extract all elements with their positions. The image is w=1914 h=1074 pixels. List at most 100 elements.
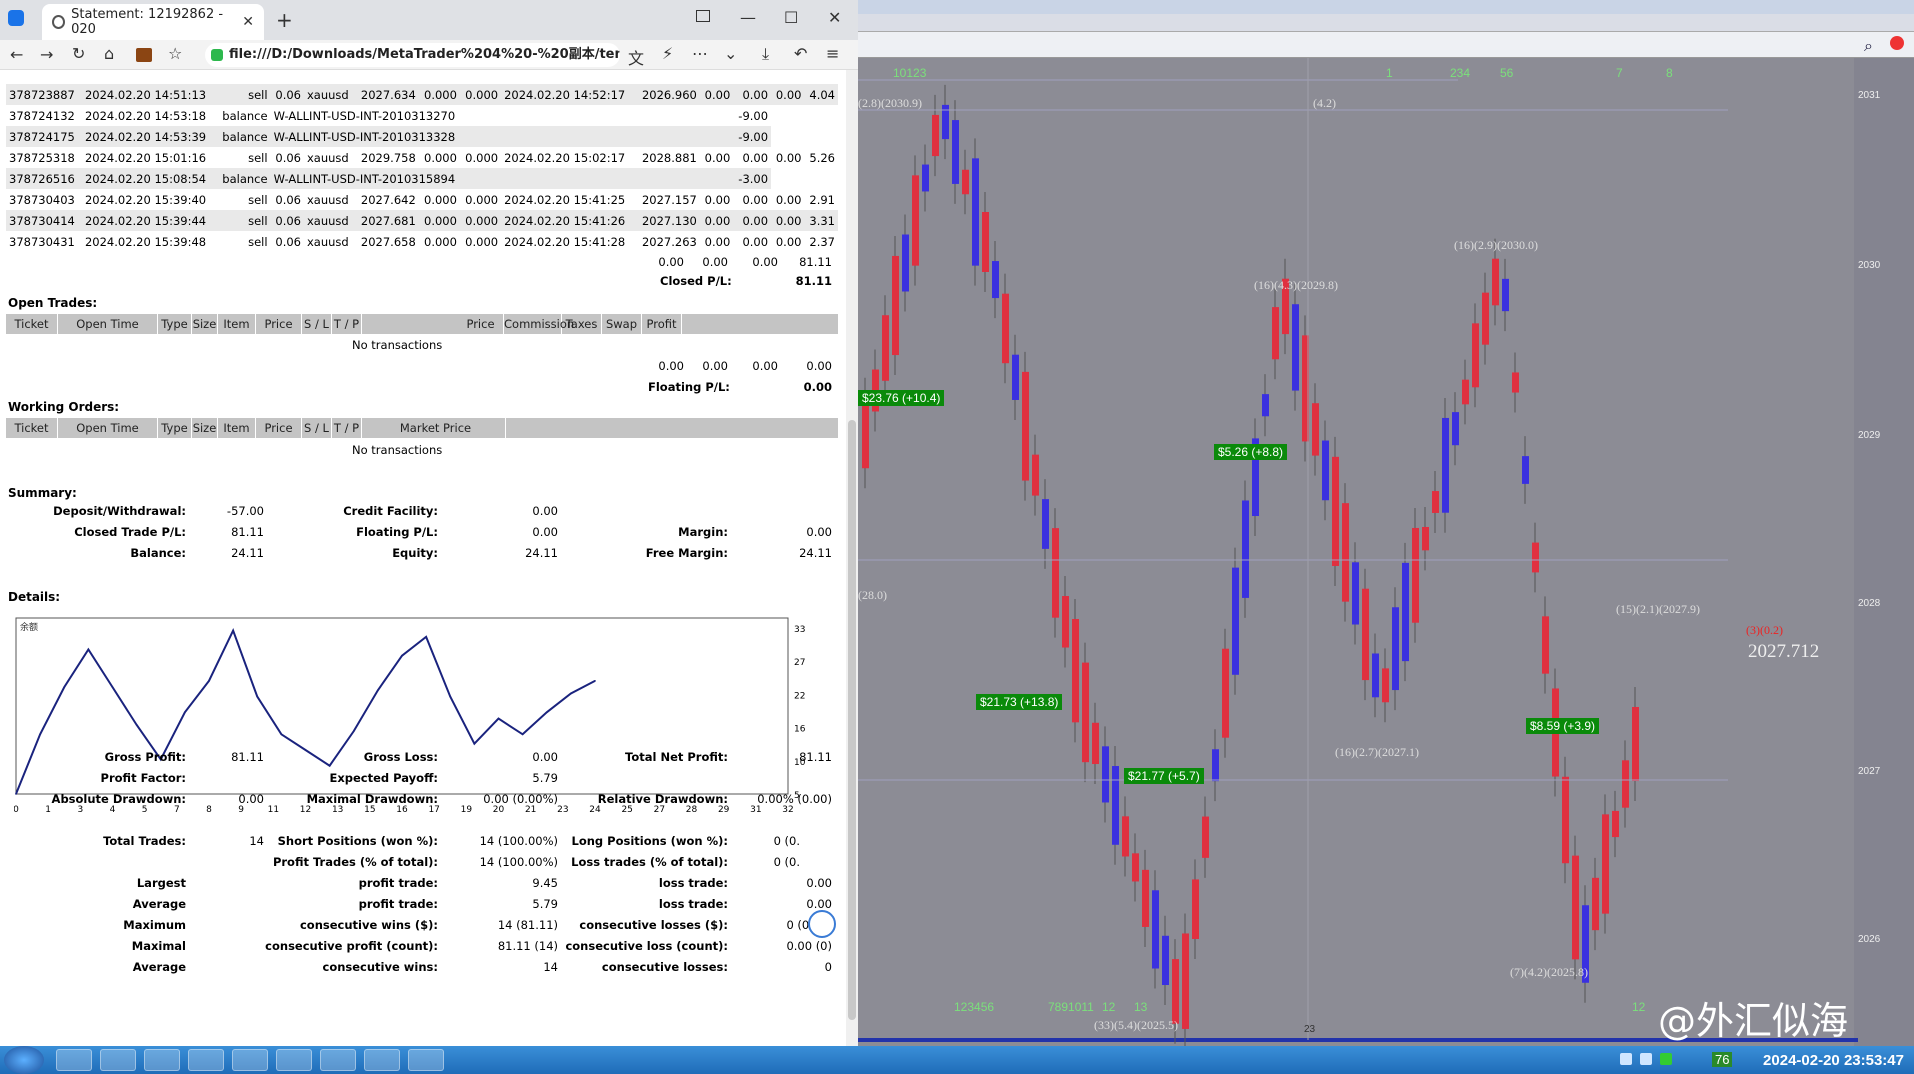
candle-body (1222, 648, 1229, 738)
cell-open-time: 2024.02.20 15:08:54 (81, 168, 217, 189)
candle-body (1562, 776, 1569, 864)
scrollbar-thumb[interactable] (848, 420, 856, 1020)
candle-body (1402, 562, 1409, 662)
open-floating-value: 0.00 (803, 380, 832, 394)
count-label: 56 (1500, 66, 1514, 80)
taskbar-app-9[interactable] (408, 1049, 444, 1071)
translate-float-icon[interactable] (808, 910, 836, 938)
working-orders-title: Working Orders: (8, 400, 120, 414)
taskbar-app-6[interactable] (276, 1049, 312, 1071)
taskbar-app-7[interactable] (320, 1049, 356, 1071)
taskbar-app-3[interactable] (144, 1049, 180, 1071)
download-icon[interactable]: ⤓ (762, 44, 769, 64)
taskbar-app-5[interactable] (232, 1049, 268, 1071)
x-tick-label: 21 (525, 805, 536, 815)
zigzag-annotation: (16)(2.7)(2027.1) (1335, 745, 1419, 759)
stat-largest-label: Largest (136, 876, 186, 890)
candle-body (1422, 526, 1429, 551)
profit-box: $23.76 (+10.4) (858, 390, 945, 406)
table-row: 378726516 2024.02.20 15:08:54 balance W-ALL… (6, 168, 838, 189)
more-icon[interactable]: ⋯ (692, 44, 708, 63)
tab-statement[interactable]: Statement: 12192862 - 020 ✕ (42, 4, 264, 40)
home-icon[interactable]: ⌂ (104, 44, 114, 63)
working_orders-col-5: Price (256, 418, 302, 438)
count-label: 13 (1134, 1000, 1148, 1014)
stat-abs-dd-label: Absolute Drawdown: (51, 792, 186, 806)
y-tick-label: 22 (794, 691, 805, 701)
chevron-down-icon[interactable]: ⌄ (724, 44, 737, 63)
candle-body (1172, 959, 1179, 1024)
cell-close-price: 2028.881 (641, 150, 697, 165)
count-label: 12 (1102, 1000, 1116, 1014)
statement-page: 378723887 2024.02.20 14:51:13 sell 0.06 xauu… (0, 70, 846, 1046)
translate-icon[interactable]: 文 (628, 45, 644, 69)
back-icon[interactable]: ← (10, 45, 23, 64)
zigzag-annotation: (2.8)(2030.9) (858, 96, 922, 110)
x-tick-label: 25 (621, 805, 632, 815)
address-bar[interactable]: file:///D:/Downloads/MetaTrader%204%20-%… (205, 43, 620, 67)
vertical-scrollbar[interactable] (846, 70, 858, 1046)
taskbar-app-1[interactable] (56, 1049, 92, 1071)
open_trades-col-4: Item (218, 314, 256, 334)
candle-body (1332, 456, 1339, 566)
reload-icon[interactable]: ↻ (72, 44, 85, 63)
open-taxes: 0.00 (702, 359, 728, 373)
minimize-button[interactable]: — (740, 8, 756, 27)
cell-close-time: 2024.02.20 14:52:17 (501, 84, 636, 105)
favorites-icon[interactable]: ☆ (168, 44, 182, 63)
taskbar-app-2[interactable] (100, 1049, 136, 1071)
cell-close-time: 2024.02.20 15:02:17 (504, 150, 626, 165)
working_orders-col-8: Market Price (366, 418, 506, 438)
stat-total-net-label: Total Net Profit: (625, 750, 728, 764)
stat-long-label: Long Positions (won %): (571, 834, 729, 848)
undo-icon[interactable]: ↶ (794, 44, 807, 63)
count-label: 8 (1666, 66, 1673, 80)
x-tick-label: 31 (750, 805, 761, 815)
cell-type: sell (248, 192, 268, 207)
tray-icon-network[interactable] (1620, 1053, 1632, 1065)
x-tick-label: 17 (428, 805, 439, 815)
x-tick-label: 15 (364, 805, 375, 815)
tray-icon-volume[interactable] (1640, 1053, 1652, 1065)
stat-expected-payoff: 5.79 (532, 771, 558, 785)
stat-largest-profit: 9.45 (532, 876, 558, 890)
taskbar-app-8[interactable] (364, 1049, 400, 1071)
summary-floating-label: Floating P/L: (356, 525, 438, 539)
forward-icon[interactable]: → (40, 45, 53, 64)
cell-item: W-ALLINT-USD-INT-2010313328 (270, 126, 734, 147)
stat-largest-loss-label: loss trade: (658, 876, 728, 890)
cell-ticket: 378723887 (6, 84, 82, 105)
x-tick-label: 3 (77, 805, 83, 815)
stat-maximal-loss-label: consecutive loss (count): (565, 939, 728, 953)
summary-free-margin-label: Free Margin: (645, 546, 728, 560)
start-button[interactable] (4, 1046, 44, 1074)
profit-box: $21.77 (+5.7) (1124, 768, 1204, 784)
cell-open-time: 2024.02.20 14:51:13 (81, 84, 217, 105)
menu-icon[interactable]: ≡ (826, 44, 839, 63)
browser-logo-icon[interactable] (8, 10, 24, 26)
candle-body (1242, 500, 1249, 598)
shirt-icon[interactable] (696, 10, 710, 22)
secure-icon (211, 49, 223, 61)
cell-size: 0.06 (275, 192, 301, 207)
summary-credit-label: Credit Facility: (343, 504, 438, 518)
maximize-button[interactable]: ☐ (784, 8, 798, 27)
working_orders-col-3: Size (192, 418, 218, 438)
cell-type: balance (222, 108, 268, 123)
cell-taxes: 0.00 (733, 84, 772, 105)
zigzag-annotation: (28.0) (858, 588, 887, 602)
lightning-icon[interactable]: ⚡ (662, 44, 673, 63)
cell-commission: 0.00 (704, 150, 731, 165)
extension-icon[interactable] (136, 48, 152, 62)
new-tab-button[interactable]: + (276, 8, 293, 32)
tab-close-icon[interactable]: ✕ (242, 14, 254, 30)
tray-icon-security[interactable] (1660, 1053, 1672, 1065)
x-tick-label: 0 (14, 805, 19, 815)
candle-body (1502, 278, 1509, 312)
close-window-button[interactable]: ✕ (828, 8, 841, 27)
stat-max-dd-label: Maximal Drawdown: (306, 792, 438, 806)
profit-box: $21.73 (+13.8) (976, 694, 1063, 710)
browser-window: Statement: 12192862 - 020 ✕ + — ☐ ✕ ← → … (0, 0, 858, 1046)
taskbar-app-4[interactable] (188, 1049, 224, 1071)
candle-body (1192, 879, 1199, 939)
